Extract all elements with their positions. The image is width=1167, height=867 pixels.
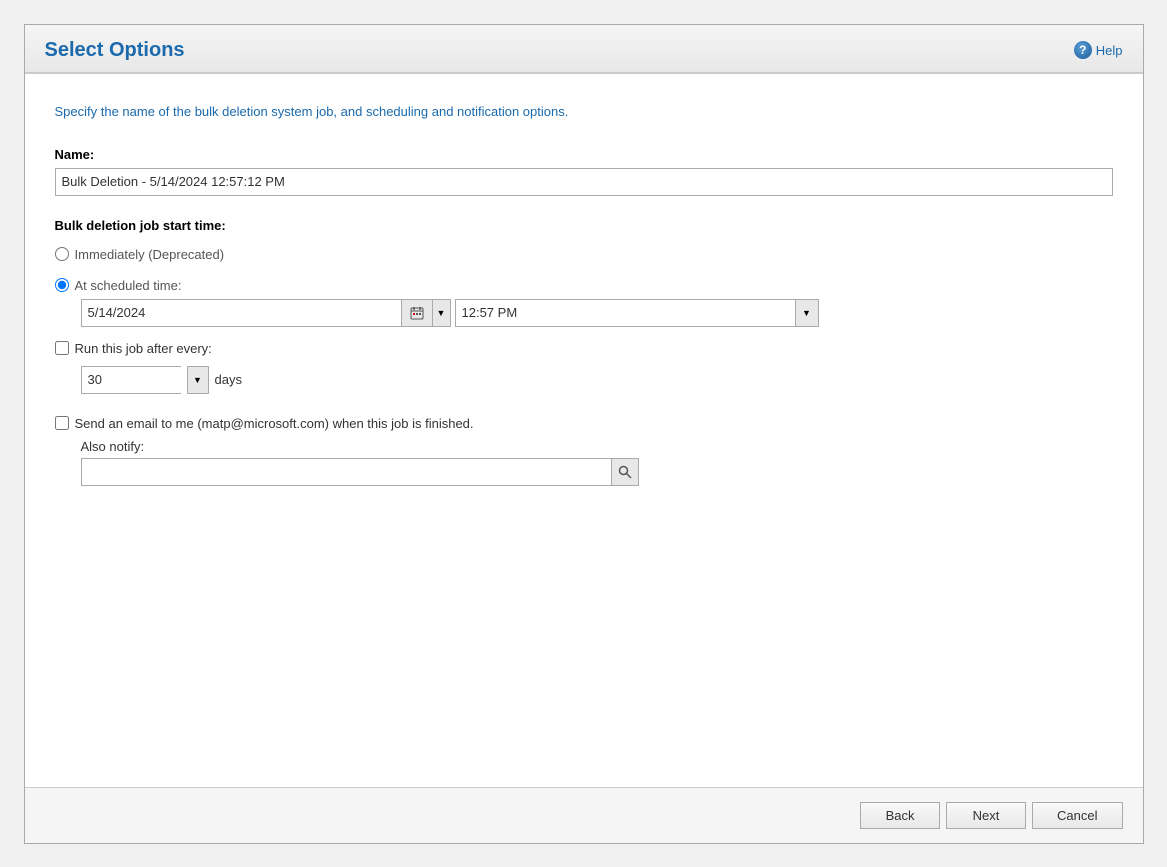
- name-label: Name:: [55, 147, 1113, 162]
- dialog-title: Select Options: [45, 39, 185, 62]
- name-field-group: Name:: [55, 147, 1113, 196]
- select-options-dialog: Select Options ? Help Specify the name o…: [24, 24, 1144, 844]
- scheduled-radio[interactable]: [55, 278, 69, 292]
- immediately-label: Immediately (Deprecated): [75, 247, 225, 262]
- help-icon: ?: [1074, 41, 1092, 59]
- interval-unit-label: days: [215, 372, 242, 387]
- recurrence-checkbox[interactable]: [55, 341, 69, 355]
- calendar-dropdown[interactable]: ▼: [433, 299, 451, 327]
- immediately-radio[interactable]: [55, 247, 69, 261]
- recurrence-checkbox-row: Run this job after every:: [55, 341, 1113, 356]
- help-link[interactable]: ? Help: [1074, 41, 1123, 59]
- email-checkbox-row: Send an email to me (matp@microsoft.com)…: [55, 416, 1113, 431]
- back-button[interactable]: Back: [860, 802, 940, 829]
- recurrence-label: Run this job after every:: [75, 341, 212, 356]
- dialog-footer: Back Next Cancel: [25, 787, 1143, 843]
- calendar-button[interactable]: [401, 299, 433, 327]
- help-label: Help: [1096, 43, 1123, 58]
- interval-dropdown[interactable]: ▼: [187, 366, 209, 394]
- interval-row: ▼ days: [81, 366, 1113, 394]
- dialog-header: Select Options ? Help: [25, 25, 1143, 74]
- interval-input[interactable]: [81, 366, 181, 394]
- time-input[interactable]: [455, 299, 795, 327]
- scheduled-label: At scheduled time:: [75, 278, 182, 293]
- cancel-button[interactable]: Cancel: [1032, 802, 1122, 829]
- notify-search-button[interactable]: [611, 458, 639, 486]
- date-time-row: ▼ ▼: [81, 299, 1113, 327]
- description-text: Specify the name of the bulk deletion sy…: [55, 104, 1113, 119]
- email-section: Send an email to me (matp@microsoft.com)…: [55, 416, 1113, 486]
- time-dropdown-button[interactable]: ▼: [795, 299, 819, 327]
- start-time-label: Bulk deletion job start time:: [55, 218, 1113, 233]
- email-notification-label: Send an email to me (matp@microsoft.com)…: [75, 416, 474, 431]
- recurrence-section: Run this job after every: ▼ days: [55, 341, 1113, 394]
- scheduled-option: At scheduled time:: [55, 278, 1113, 293]
- search-icon: [618, 465, 632, 479]
- next-button[interactable]: Next: [946, 802, 1026, 829]
- start-time-group: Bulk deletion job start time: Immediatel…: [55, 218, 1113, 394]
- notify-input[interactable]: [81, 458, 611, 486]
- email-notification-checkbox[interactable]: [55, 416, 69, 430]
- date-input[interactable]: [81, 299, 401, 327]
- also-notify-label: Also notify:: [81, 439, 1113, 454]
- immediately-option: Immediately (Deprecated): [55, 247, 1113, 262]
- name-input[interactable]: [55, 168, 1113, 196]
- notify-input-row: [81, 458, 1113, 486]
- dialog-body: Specify the name of the bulk deletion sy…: [25, 74, 1143, 787]
- calendar-icon: [410, 306, 424, 320]
